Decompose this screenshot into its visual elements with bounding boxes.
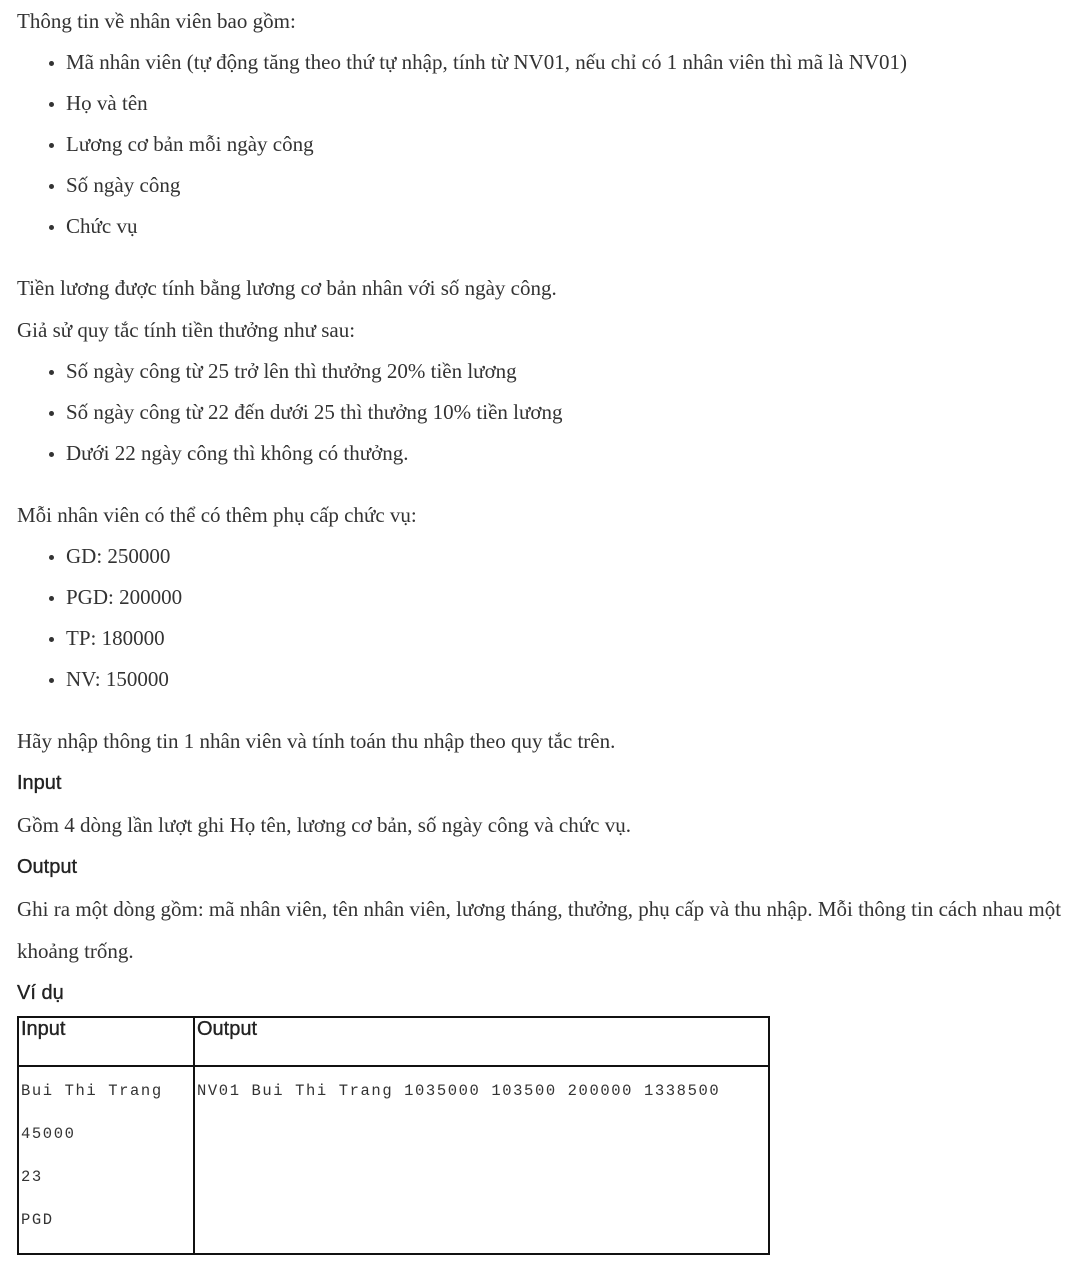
list-item: Mã nhân viên (tự động tăng theo thứ tự n… xyxy=(66,42,1067,83)
example-table: Input Output Bui Thi Trang 45000 23 PGD … xyxy=(17,1016,770,1255)
list-item: Số ngày công xyxy=(66,165,1067,206)
example-output-cell: NV01 Bui Thi Trang 1035000 103500 200000… xyxy=(193,1065,770,1255)
table-row: Bui Thi Trang 45000 23 PGD NV01 Bui Thi … xyxy=(17,1065,770,1255)
input-heading: Input xyxy=(17,772,62,794)
salary-rule-text: Tiền lương được tính bằng lương cơ bản n… xyxy=(17,276,557,300)
input-line: PGD xyxy=(21,1211,54,1229)
bonus-rule-list: Số ngày công từ 25 trở lên thì thưởng 20… xyxy=(17,351,1067,474)
allowance-list: GD: 250000 PGD: 200000 TP: 180000 NV: 15… xyxy=(17,536,1067,700)
output-line: NV01 Bui Thi Trang 1035000 103500 200000… xyxy=(197,1082,721,1100)
list-item: Chức vụ xyxy=(66,206,1067,247)
field-list: Mã nhân viên (tự động tăng theo thứ tự n… xyxy=(17,42,1067,247)
task-text: Hãy nhập thông tin 1 nhân viên và tính t… xyxy=(17,729,616,753)
list-item: TP: 180000 xyxy=(66,618,1067,659)
input-line: 23 xyxy=(21,1168,43,1186)
example-input-cell: Bui Thi Trang 45000 23 PGD xyxy=(17,1065,195,1255)
list-item: PGD: 200000 xyxy=(66,577,1067,618)
list-item: GD: 250000 xyxy=(66,536,1067,577)
output-heading: Output xyxy=(17,856,78,878)
list-item: NV: 150000 xyxy=(66,659,1067,700)
list-item: Dưới 22 ngày công thì không có thưởng. xyxy=(66,433,1067,474)
bonus-intro-text: Giả sử quy tắc tính tiền thưởng như sau: xyxy=(17,318,356,342)
output-column-header: Output xyxy=(193,1016,770,1067)
list-item: Họ và tên xyxy=(66,83,1067,124)
input-line: 45000 xyxy=(21,1125,76,1143)
list-item: Lương cơ bản mỗi ngày công xyxy=(66,124,1067,165)
example-heading: Ví dụ xyxy=(17,982,64,1004)
output-description: Ghi ra một dòng gồm: mã nhân viên, tên n… xyxy=(17,897,1062,963)
input-line: Bui Thi Trang xyxy=(21,1082,163,1100)
intro-text: Thông tin về nhân viên bao gồm: xyxy=(17,9,296,33)
input-description: Gồm 4 dòng lần lượt ghi Họ tên, lương cơ… xyxy=(17,813,631,837)
problem-statement: Thông tin về nhân viên bao gồm: Mã nhân … xyxy=(17,0,1067,1255)
list-item: Số ngày công từ 22 đến dưới 25 thì thưởn… xyxy=(66,392,1067,433)
table-header-row: Input Output xyxy=(17,1016,770,1067)
input-column-header: Input xyxy=(17,1016,195,1067)
list-item: Số ngày công từ 25 trở lên thì thưởng 20… xyxy=(66,351,1067,392)
allowance-intro-text: Mỗi nhân viên có thể có thêm phụ cấp chứ… xyxy=(17,503,417,527)
